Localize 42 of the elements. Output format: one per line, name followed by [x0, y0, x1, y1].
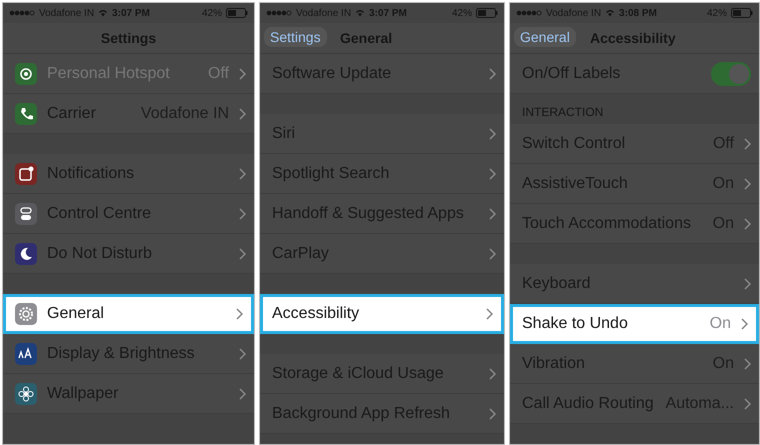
- chevron-icon: [489, 368, 496, 380]
- chevron-icon: [489, 208, 496, 220]
- chevron-icon: [489, 248, 496, 260]
- toggle-switch[interactable]: [711, 62, 751, 86]
- signal-icon: [266, 10, 292, 16]
- chevron-icon: [239, 388, 246, 400]
- battery-icon: [731, 8, 753, 18]
- chevron-icon: [239, 108, 246, 120]
- chevron-icon: [744, 358, 751, 370]
- chevron-icon: [239, 248, 246, 260]
- chevron-icon: [744, 398, 751, 410]
- settings-row[interactable]: General: [3, 294, 254, 334]
- chevron-icon: [744, 138, 751, 150]
- back-button[interactable]: Settings: [264, 27, 327, 47]
- chevron-icon: [741, 318, 748, 330]
- chevron-icon: [489, 128, 496, 140]
- chevron-icon: [744, 218, 751, 230]
- chevron-icon: [489, 408, 496, 420]
- row-label: Accessibility: [272, 305, 360, 323]
- chevron-icon: [486, 308, 493, 320]
- chevron-icon: [236, 308, 243, 320]
- battery-icon: [476, 8, 498, 18]
- chevron-icon: [239, 68, 246, 80]
- chevron-icon: [239, 168, 246, 180]
- settings-row[interactable]: Shake to Undo On: [510, 304, 759, 344]
- row-label: Shake to Undo: [522, 315, 629, 333]
- wifi-icon: [605, 9, 616, 17]
- signal-icon: [516, 10, 542, 16]
- chevron-icon: [744, 178, 751, 190]
- back-button[interactable]: General: [514, 27, 576, 47]
- wifi-icon: [98, 9, 108, 17]
- settings-row[interactable]: Accessibility: [260, 294, 504, 334]
- row-value: On: [710, 315, 731, 333]
- signal-icon: [9, 10, 35, 16]
- chevron-icon: [239, 348, 246, 360]
- chevron-icon: [489, 168, 496, 180]
- chevron-icon: [744, 278, 751, 290]
- wifi-icon: [355, 9, 366, 17]
- chevron-icon: [239, 208, 246, 220]
- battery-icon: [226, 8, 248, 18]
- row-label: General: [47, 305, 105, 323]
- chevron-icon: [489, 68, 496, 80]
